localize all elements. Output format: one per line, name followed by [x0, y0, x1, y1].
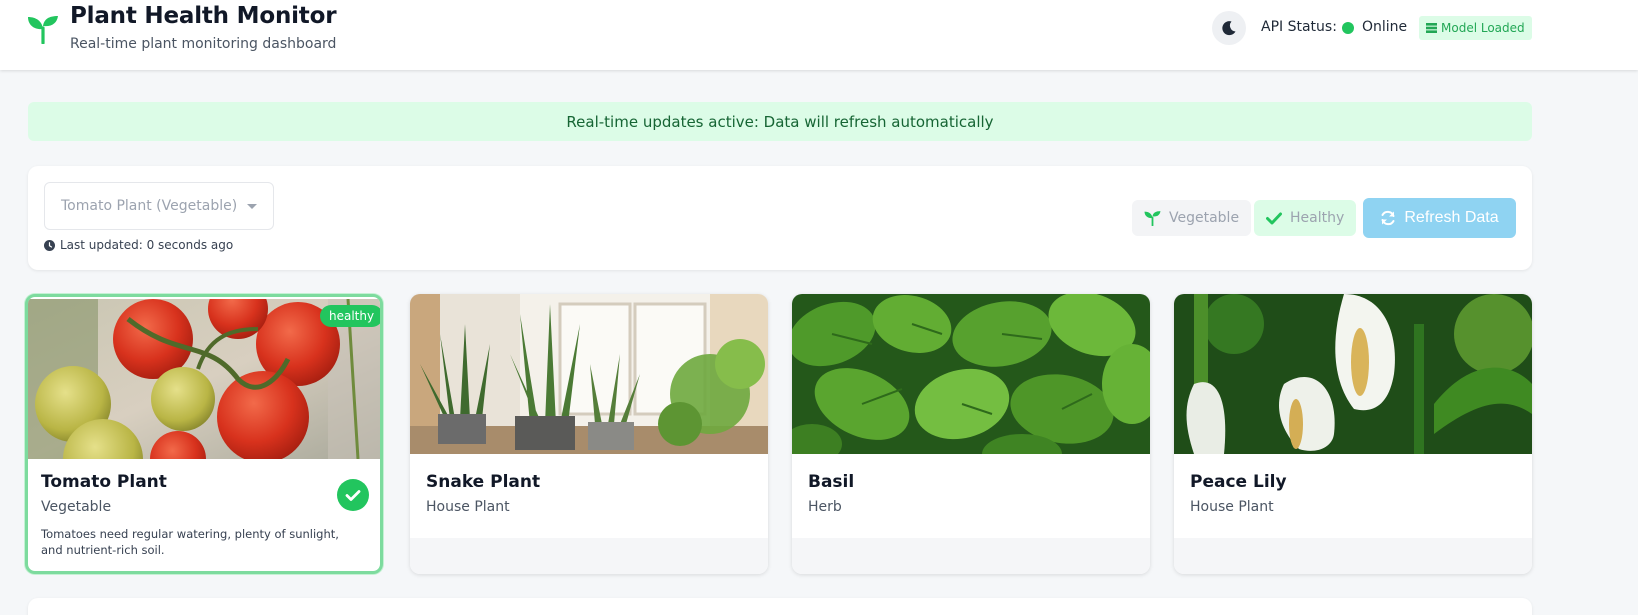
health-chip: Healthy: [1254, 200, 1357, 236]
peace-lily-image: [1174, 294, 1532, 454]
control-panel: Tomato Plant (Vegetable) Last updated: 0…: [28, 166, 1532, 270]
check-icon: [1266, 212, 1282, 224]
clock-icon: [44, 239, 55, 251]
health-chip-label: Healthy: [1290, 210, 1345, 226]
refresh-data-button[interactable]: Refresh Data: [1363, 198, 1516, 238]
api-status-label: API Status:: [1261, 19, 1337, 35]
model-badge-label: Model Loaded: [1441, 21, 1525, 35]
plant-select-value: Tomato Plant (Vegetable): [61, 198, 238, 214]
plant-name: Peace Lily: [1190, 472, 1287, 492]
category-chip: Vegetable: [1132, 200, 1252, 236]
sprout-icon: [28, 16, 58, 44]
plant-select-dropdown[interactable]: Tomato Plant (Vegetable): [44, 182, 274, 230]
last-updated-text: Last updated: 0 seconds ago: [60, 238, 234, 252]
basil-image: [792, 294, 1150, 454]
app-header: Plant Health Monitor Real-time plant mon…: [0, 0, 1638, 70]
plant-category: Herb: [808, 499, 842, 515]
theme-toggle-button[interactable]: [1212, 11, 1246, 45]
plant-card-peace-lily[interactable]: Peace Lily House Plant: [1174, 294, 1532, 574]
server-icon: [1426, 23, 1437, 33]
realtime-banner: Real-time updates active: Data will refr…: [28, 102, 1532, 141]
plant-category: House Plant: [1190, 499, 1274, 515]
plant-card-basil[interactable]: Basil Herb: [792, 294, 1150, 574]
plant-name: Basil: [808, 472, 855, 492]
api-status-value: Online: [1362, 19, 1408, 35]
category-chip-label: Vegetable: [1169, 210, 1240, 226]
snake-plant-image: [410, 294, 768, 454]
plant-category: House Plant: [426, 499, 510, 515]
last-updated: Last updated: 0 seconds ago: [44, 238, 233, 252]
plant-name: Tomato Plant: [41, 472, 167, 492]
status-dot-icon: [1342, 22, 1354, 34]
plant-card-snake-plant[interactable]: Snake Plant House Plant: [410, 294, 768, 574]
app-title: Plant Health Monitor: [70, 3, 337, 29]
details-panel: [28, 598, 1532, 615]
plant-description: Tomatoes need regular watering, plenty o…: [41, 527, 339, 557]
card-footer: [410, 538, 768, 574]
model-status-badge: Model Loaded: [1419, 16, 1532, 40]
sprout-icon: [1144, 211, 1161, 226]
card-footer: [1174, 538, 1532, 574]
app-subtitle: Real-time plant monitoring dashboard: [70, 36, 337, 52]
plant-card-tomato[interactable]: healthy Tomato Plant Vegetable Tomatoes …: [25, 294, 383, 574]
plant-category: Vegetable: [41, 499, 112, 515]
moon-icon: [1222, 21, 1236, 36]
health-status-badge: healthy: [320, 305, 380, 327]
plant-name: Snake Plant: [426, 472, 541, 492]
selected-check-icon: [337, 479, 369, 511]
card-footer: [792, 538, 1150, 574]
chevron-down-icon: [247, 204, 257, 209]
refresh-icon: [1381, 210, 1395, 226]
refresh-label: Refresh Data: [1404, 209, 1499, 226]
